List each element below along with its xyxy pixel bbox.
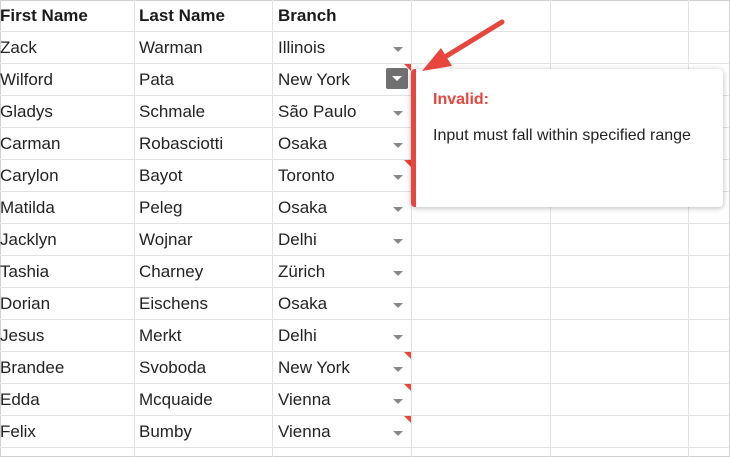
table-row: Dorian Eischens Osaka	[0, 288, 730, 320]
chevron-down-icon[interactable]	[386, 68, 408, 89]
cell-first-name[interactable]: Brandee	[0, 352, 132, 383]
chevron-down-icon[interactable]	[388, 41, 408, 57]
cell-last-name[interactable]: Pata	[139, 64, 269, 95]
cell-first-name[interactable]: Carman	[0, 128, 132, 159]
cell-last-name[interactable]: Wojnar	[139, 224, 269, 255]
cell-last-name[interactable]: Bayot	[139, 160, 269, 191]
chevron-down-icon[interactable]	[388, 265, 408, 281]
validation-tooltip: Invalid: Input must fall within specifie…	[411, 69, 723, 207]
column-header-branch[interactable]: Branch	[278, 0, 408, 31]
cell-last-name[interactable]: Schmale	[139, 96, 269, 127]
error-flag-icon	[404, 160, 411, 167]
table-row: Brandee Svoboda New York	[0, 352, 730, 384]
cell-first-name[interactable]: Felix	[0, 416, 132, 447]
table-row: Edda Mcquaide Vienna	[0, 384, 730, 416]
chevron-down-icon[interactable]	[388, 105, 408, 121]
error-flag-icon	[404, 384, 411, 391]
chevron-down-icon[interactable]	[388, 233, 408, 249]
cell-first-name[interactable]: Gladys	[0, 96, 132, 127]
cell-first-name[interactable]: Zack	[0, 32, 132, 63]
chevron-down-icon[interactable]	[388, 393, 408, 409]
cell-first-name[interactable]: Dorian	[0, 288, 132, 319]
chevron-down-icon[interactable]	[388, 137, 408, 153]
cell-last-name[interactable]: Peleg	[139, 192, 269, 223]
tooltip-message: Input must fall within specified range	[433, 127, 691, 144]
chevron-down-icon[interactable]	[388, 169, 408, 185]
cell-last-name[interactable]: Bumby	[139, 416, 269, 447]
table-row: Jacklyn Wojnar Delhi	[0, 224, 730, 256]
cell-last-name[interactable]: Robasciotti	[139, 128, 269, 159]
cell-first-name[interactable]: Wilford	[0, 64, 132, 95]
cell-first-name[interactable]: Jesus	[0, 320, 132, 351]
cell-last-name[interactable]: Mcquaide	[139, 384, 269, 415]
cell-first-name[interactable]: Edda	[0, 384, 132, 415]
table-row: Jesus Merkt Delhi	[0, 320, 730, 352]
chevron-down-icon[interactable]	[388, 329, 408, 345]
chevron-down-icon[interactable]	[388, 201, 408, 217]
cell-last-name[interactable]: Svoboda	[139, 352, 269, 383]
cell-last-name[interactable]: Warman	[139, 32, 269, 63]
cell-first-name[interactable]: Carylon	[0, 160, 132, 191]
cell-last-name[interactable]: Merkt	[139, 320, 269, 351]
cell-last-name[interactable]: Eischens	[139, 288, 269, 319]
error-flag-icon	[404, 416, 411, 423]
chevron-down-icon[interactable]	[388, 297, 408, 313]
table-row: Tashia Charney Zürich	[0, 256, 730, 288]
error-flag-icon	[404, 64, 411, 71]
chevron-down-icon[interactable]	[388, 361, 408, 377]
tooltip-title: Invalid:	[433, 91, 490, 108]
table-row: Felix Bumby Vienna	[0, 416, 730, 448]
cell-first-name[interactable]: Jacklyn	[0, 224, 132, 255]
cell-last-name[interactable]: Charney	[139, 256, 269, 287]
column-header-last-name[interactable]: Last Name	[139, 0, 269, 31]
table-row: Zack Warman Illinois	[0, 32, 730, 64]
cell-first-name[interactable]: Tashia	[0, 256, 132, 287]
column-header-first-name[interactable]: First Name	[0, 0, 132, 31]
error-flag-icon	[404, 352, 411, 359]
header-row: First Name Last Name Branch	[0, 0, 730, 32]
cell-first-name[interactable]: Matilda	[0, 192, 132, 223]
chevron-down-icon[interactable]	[388, 425, 408, 441]
